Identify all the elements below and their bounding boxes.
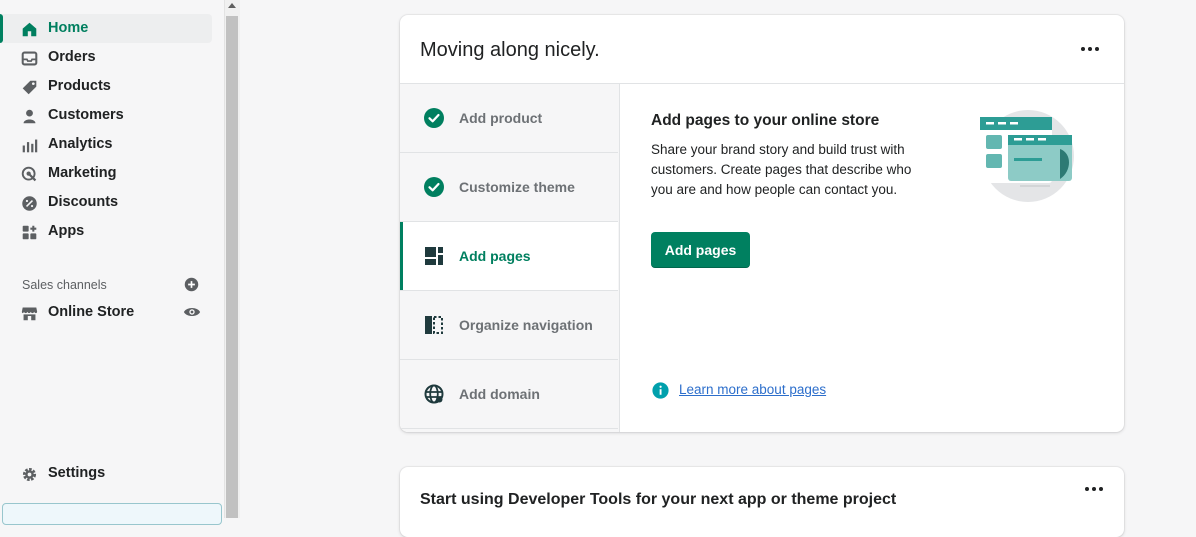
add-pages-button[interactable]: Add pages [651, 232, 750, 268]
gear-icon [22, 467, 37, 482]
step-label: Organize navigation [459, 317, 593, 333]
card-title: Start using Developer Tools for your nex… [420, 491, 897, 508]
pages-icon [425, 247, 443, 265]
step-customize-theme[interactable]: Customize theme [400, 153, 618, 222]
sidebar-item-label: Products [48, 78, 111, 94]
step-label: Add domain [459, 386, 540, 402]
step-organize-navigation[interactable]: Organize navigation [400, 291, 618, 360]
sidebar-item-label: Orders [48, 49, 96, 65]
setup-guide-card: Moving along nicely. Add product Customi… [400, 15, 1124, 432]
sidebar-item-label: Home [48, 20, 89, 36]
sidebar-item-analytics[interactable]: Analytics [0, 130, 224, 159]
more-actions-icon[interactable] [1081, 47, 1101, 53]
store-icon [21, 307, 38, 321]
settings-row[interactable]: Settings [0, 459, 224, 488]
learn-more-link[interactable]: Learn more about pages [679, 382, 826, 397]
bar-chart-icon [22, 139, 38, 153]
add-channel-icon[interactable] [184, 277, 199, 292]
sales-channels-heading: Sales channels [22, 278, 107, 292]
sidebar-item-marketing[interactable]: Marketing [0, 159, 224, 188]
sidebar-item-label: Apps [48, 223, 85, 239]
check-circle-icon [424, 177, 444, 197]
sidebar-item-discounts[interactable]: Discounts [0, 188, 224, 217]
sidebar-banner [2, 503, 222, 525]
target-icon [21, 166, 37, 182]
scroll-up-icon[interactable] [228, 3, 236, 8]
pages-illustration [980, 110, 1074, 202]
sidebar-scrollbar[interactable] [224, 0, 240, 518]
step-label: Add product [459, 110, 543, 126]
check-circle-icon [424, 108, 444, 128]
eye-icon[interactable] [183, 305, 201, 319]
more-actions-icon[interactable] [1085, 487, 1105, 493]
sidebar-item-customers[interactable]: Customers [0, 101, 224, 130]
sidebar-item-label: Analytics [48, 136, 113, 152]
sidebar-item-label: Online Store [48, 304, 135, 320]
home-icon [22, 22, 37, 37]
step-detail-description: Share your brand story and build trust w… [651, 142, 912, 197]
inbox-icon [21, 51, 38, 66]
sidebar-item-orders[interactable]: Orders [0, 43, 224, 72]
sidebar-item-label: Settings [48, 465, 106, 481]
sidebar-item-label: Discounts [48, 194, 119, 210]
active-indicator [0, 14, 3, 43]
sidebar: Home Orders Products Customers Analytics… [0, 0, 224, 525]
discount-icon [22, 196, 37, 211]
apps-icon [22, 225, 37, 240]
step-add-pages[interactable]: Add pages [400, 222, 618, 291]
step-add-domain[interactable]: Add domain [400, 360, 618, 429]
step-label: Customize theme [459, 179, 575, 195]
sidebar-item-home[interactable]: Home [0, 14, 212, 43]
step-add-product[interactable]: Add product [400, 84, 618, 153]
scroll-thumb[interactable] [226, 16, 238, 518]
tag-icon [22, 80, 37, 95]
sidebar-item-products[interactable]: Products [0, 72, 224, 101]
sidebar-item-settings[interactable]: Settings [0, 459, 224, 488]
globe-icon [424, 384, 444, 404]
setup-steps: Add product Customize theme Add pages Or… [400, 84, 620, 432]
current-step-indicator [400, 222, 403, 290]
step-label: Add pages [459, 248, 531, 264]
step-detail-title: Add pages to your online store [651, 112, 880, 129]
developer-tools-card: Start using Developer Tools for your nex… [400, 467, 1124, 537]
sidebar-item-label: Marketing [48, 165, 117, 181]
sidebar-item-apps[interactable]: Apps [0, 217, 224, 246]
navigation-icon [425, 316, 443, 334]
sidebar-nav: Home Orders Products Customers Analytics… [0, 14, 224, 246]
card-title: Moving along nicely. [420, 39, 600, 61]
info-icon [652, 382, 669, 399]
sidebar-item-label: Customers [48, 107, 124, 123]
person-icon [23, 109, 36, 124]
